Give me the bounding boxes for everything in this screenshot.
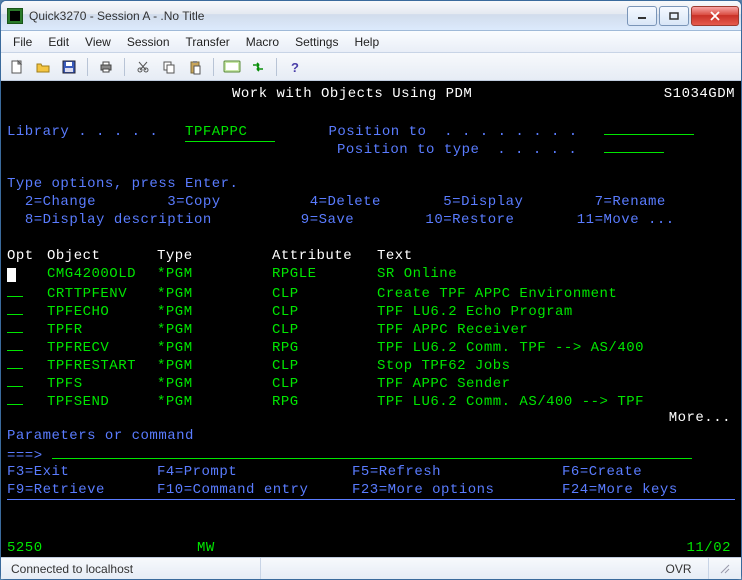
status-indicator: MW bbox=[197, 540, 215, 556]
cut-button[interactable] bbox=[133, 57, 153, 77]
status-resize-grip[interactable] bbox=[709, 558, 741, 579]
open-button[interactable] bbox=[33, 57, 53, 77]
menu-settings[interactable]: Settings bbox=[287, 33, 346, 51]
maximize-icon bbox=[669, 12, 679, 20]
minimize-icon bbox=[637, 12, 647, 20]
titlebar[interactable]: Quick3270 - Session A - .No Title bbox=[1, 1, 741, 31]
menu-session[interactable]: Session bbox=[119, 33, 178, 51]
new-button[interactable] bbox=[7, 57, 27, 77]
app-icon bbox=[7, 8, 23, 24]
library-label: Library . . . . . bbox=[7, 124, 158, 140]
option-field[interactable] bbox=[7, 319, 47, 339]
close-button[interactable] bbox=[691, 6, 739, 26]
paste-button[interactable] bbox=[185, 57, 205, 77]
system-id: S1034GDM bbox=[664, 85, 735, 103]
status-mode: 5250 bbox=[7, 539, 127, 557]
cell-object: CMG4200OLD bbox=[47, 265, 157, 283]
status-ovr: OVR bbox=[649, 558, 709, 579]
position-to-field[interactable] bbox=[604, 121, 694, 135]
option-field[interactable] bbox=[7, 391, 47, 411]
table-row: TPFRECV*PGMRPGTPF LU6.2 Comm. TPF --> AS… bbox=[7, 337, 735, 355]
more-indicator: More... bbox=[7, 409, 735, 427]
window-controls bbox=[625, 6, 739, 26]
menu-macro[interactable]: Macro bbox=[238, 33, 287, 51]
help-icon: ? bbox=[287, 59, 303, 75]
option-field[interactable] bbox=[7, 265, 47, 283]
cursor bbox=[7, 268, 16, 282]
menu-view[interactable]: View bbox=[77, 33, 119, 51]
terminal-screen[interactable]: Work with Objects Using PDM S1034GDM Libr… bbox=[1, 81, 741, 557]
screen-title: Work with Objects Using PDM bbox=[232, 86, 472, 102]
command-field[interactable] bbox=[52, 445, 692, 459]
divider bbox=[7, 499, 735, 500]
table-row: TPFSEND*PGMRPGTPF LU6.2 Comm. AS/400 -->… bbox=[7, 391, 735, 409]
minimize-button[interactable] bbox=[627, 6, 657, 26]
option-field[interactable] bbox=[7, 283, 47, 303]
table-row: TPFRESTART*PGMCLPStop TPF62 Jobs bbox=[7, 355, 735, 373]
cell-type: *PGM bbox=[157, 265, 272, 283]
status-connection: Connected to localhost bbox=[1, 558, 261, 579]
option-field[interactable] bbox=[7, 301, 47, 321]
screen-icon bbox=[223, 59, 241, 75]
fkeys-line-2: F9=RetrieveF10=Command entryF23=More opt… bbox=[7, 481, 735, 499]
option-field[interactable] bbox=[7, 355, 47, 375]
statusbar: Connected to localhost OVR bbox=[1, 557, 741, 579]
cell-attribute: RPGLE bbox=[272, 265, 377, 283]
new-file-icon bbox=[9, 59, 25, 75]
menu-file[interactable]: File bbox=[5, 33, 40, 51]
position-to-type-label: Position to type . . . . . bbox=[337, 142, 577, 158]
app-window: Quick3270 - Session A - .No Title File E… bbox=[0, 0, 742, 580]
table-row: CRTTPFENV*PGMCLPCreate TPF APPC Environm… bbox=[7, 283, 735, 301]
copy-button[interactable] bbox=[159, 57, 179, 77]
separator bbox=[276, 58, 277, 76]
table-row: TPFR*PGMCLPTPF APPC Receiver bbox=[7, 319, 735, 337]
window-title: Quick3270 - Session A - .No Title bbox=[29, 9, 625, 23]
parameters-label: Parameters or command bbox=[7, 427, 735, 445]
options-line-1: 2=Change 3=Copy 4=Delete 5=Display 7=Ren… bbox=[7, 193, 735, 211]
separator bbox=[124, 58, 125, 76]
toolbar: ? bbox=[1, 53, 741, 81]
menu-transfer[interactable]: Transfer bbox=[178, 33, 238, 51]
save-disk-icon bbox=[61, 59, 77, 75]
cursor-position: 11/02 bbox=[655, 539, 735, 557]
svg-text:?: ? bbox=[291, 60, 299, 75]
paste-icon bbox=[187, 59, 203, 75]
object-list: CMG4200OLD*PGMRPGLESR OnlineCRTTPFENV*PG… bbox=[7, 265, 735, 409]
separator bbox=[87, 58, 88, 76]
table-row: CMG4200OLD*PGMRPGLESR Online bbox=[7, 265, 735, 283]
open-folder-icon bbox=[35, 59, 51, 75]
print-button[interactable] bbox=[96, 57, 116, 77]
options-line-2: 8=Display description 9=Save 10=Restore … bbox=[7, 211, 735, 229]
resize-grip-icon bbox=[719, 563, 731, 575]
help-button[interactable]: ? bbox=[285, 57, 305, 77]
status-5250: 5250 MW 11/02 bbox=[7, 539, 735, 557]
command-prompt: ===> bbox=[7, 448, 43, 464]
menu-edit[interactable]: Edit bbox=[40, 33, 77, 51]
printer-icon bbox=[98, 59, 114, 75]
table-row: TPFS*PGMCLPTPF APPC Sender bbox=[7, 373, 735, 391]
transfer-button[interactable] bbox=[248, 57, 268, 77]
separator bbox=[213, 58, 214, 76]
options-header: Type options, press Enter. bbox=[7, 175, 735, 193]
option-field[interactable] bbox=[7, 337, 47, 357]
screen-toggle-button[interactable] bbox=[222, 57, 242, 77]
position-to-label: Position to . . . . . . . . bbox=[328, 124, 577, 140]
fkeys-line-1: F3=ExitF4=PromptF5=RefreshF6=Create bbox=[7, 463, 735, 481]
option-field[interactable] bbox=[7, 373, 47, 393]
table-row: TPFECHO*PGMCLPTPF LU6.2 Echo Program bbox=[7, 301, 735, 319]
scissors-icon bbox=[135, 59, 151, 75]
save-button[interactable] bbox=[59, 57, 79, 77]
copy-icon bbox=[161, 59, 177, 75]
position-to-type-field[interactable] bbox=[604, 139, 664, 153]
cell-text: SR Online bbox=[377, 265, 727, 283]
menu-help[interactable]: Help bbox=[346, 33, 387, 51]
maximize-button[interactable] bbox=[659, 6, 689, 26]
menubar: File Edit View Session Transfer Macro Se… bbox=[1, 31, 741, 53]
column-headers: OptObjectTypeAttributeText bbox=[7, 247, 735, 265]
close-icon bbox=[709, 11, 721, 21]
transfer-arrows-icon bbox=[250, 59, 266, 75]
